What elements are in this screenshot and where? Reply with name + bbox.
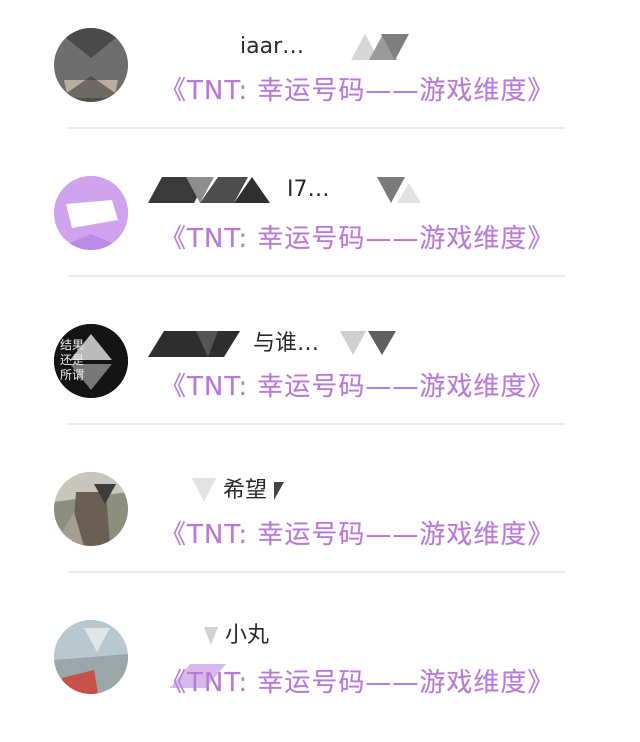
censor-mark <box>148 177 270 203</box>
last-message: 《TNT: 幸运号码——游戏维度》 <box>160 224 555 254</box>
avatar[interactable] <box>54 176 128 250</box>
avatar[interactable] <box>54 620 128 694</box>
avatar-text: 结果 还是 所谓 <box>60 338 85 382</box>
last-message: 《TNT: 幸运号码——游戏维度》 <box>160 76 555 106</box>
contact-name: 与谁… <box>148 327 400 361</box>
divider <box>68 127 565 129</box>
censor-mark <box>340 331 397 355</box>
censor-mark <box>204 627 218 645</box>
censor-mark <box>148 331 240 357</box>
contact-name: 希望 <box>192 474 285 508</box>
conversation-item[interactable]: 小丸 《TNT: 幸运号码——游戏维度》 <box>0 592 640 742</box>
avatar[interactable]: 结果 还是 所谓 <box>54 324 128 398</box>
last-message: 《TNT: 幸运号码——游戏维度》 <box>160 668 555 698</box>
avatar[interactable] <box>54 28 128 102</box>
divider <box>68 571 565 573</box>
censor-mark <box>192 478 216 502</box>
conversation-list: iaar… 《TNT: 幸运号码——游戏维度》 I7… 《TNT: 幸运号码——… <box>0 0 640 717</box>
conversation-item[interactable]: 希望 《TNT: 幸运号码——游戏维度》 <box>0 444 640 594</box>
avatar[interactable] <box>54 472 128 546</box>
contact-name: 小丸 <box>204 619 269 653</box>
conversation-item[interactable]: 结果 还是 所谓 与谁… 《TNT: 幸运号码——游戏维度》 <box>0 296 640 446</box>
divider <box>68 423 565 425</box>
conversation-item[interactable]: I7… 《TNT: 幸运号码——游戏维度》 <box>0 148 640 298</box>
last-message: 《TNT: 幸运号码——游戏维度》 <box>160 520 555 550</box>
censor-mark <box>274 482 285 500</box>
divider <box>68 275 565 277</box>
contact-name: I7… <box>148 173 421 207</box>
censor-mark <box>376 177 421 203</box>
conversation-item[interactable]: iaar… 《TNT: 幸运号码——游戏维度》 <box>0 0 640 150</box>
contact-name: iaar… <box>240 30 421 64</box>
censor-mark <box>351 34 410 60</box>
last-message: 《TNT: 幸运号码——游戏维度》 <box>160 372 555 402</box>
